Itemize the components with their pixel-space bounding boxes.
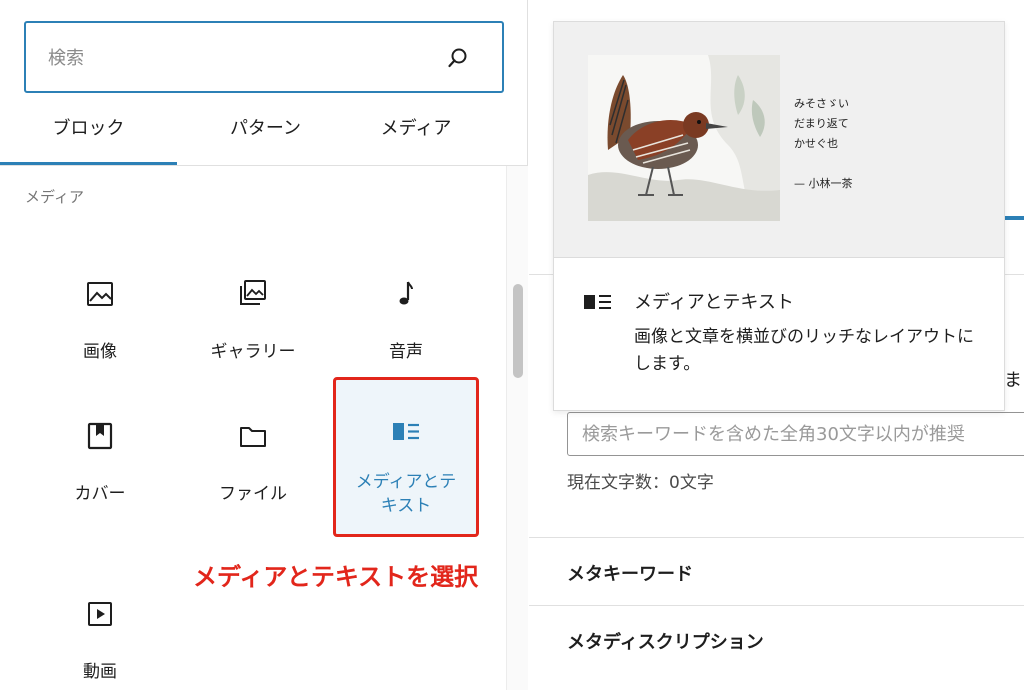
category-title: メディア xyxy=(25,188,84,206)
preview-info: メディアとテキスト 画像と文章を横並びのリッチなレイアウトにします。 xyxy=(554,258,1004,410)
block-label: 音声 xyxy=(389,342,423,362)
block-label: ギャラリー xyxy=(210,342,296,362)
block-label: 動画 xyxy=(83,662,117,682)
block-inserter-panel: ブロック パターン メディア メディア 画像 ギャラリー xyxy=(0,0,528,690)
block-cover[interactable]: カバー xyxy=(27,372,173,512)
poem-line: みそさゞい xyxy=(794,97,849,110)
tab-media[interactable]: メディア xyxy=(354,95,478,165)
media-text-icon xyxy=(393,423,419,440)
audio-icon xyxy=(399,281,413,305)
block-preview-popover: みそさゞい だまり返て かせぐ也 — 小林一茶 メディアとテキスト 画像と文章を… xyxy=(553,21,1005,411)
meta-description-input[interactable] xyxy=(567,412,1024,456)
block-label: ファイル xyxy=(219,484,287,504)
preview-canvas: みそさゞい だまり返て かせぐ也 — 小林一茶 xyxy=(554,22,1004,258)
gallery-icon xyxy=(240,280,266,305)
block-label: メディアとテキスト xyxy=(355,472,457,516)
preview-description: 画像と文章を横並びのリッチなレイアウトにします。 xyxy=(634,327,974,374)
video-icon xyxy=(88,602,112,626)
divider xyxy=(529,605,1024,606)
divider xyxy=(529,537,1024,538)
file-icon xyxy=(240,427,266,447)
block-audio[interactable]: 音声 xyxy=(333,230,479,370)
search-field[interactable] xyxy=(24,21,504,93)
poem-line: かせぐ也 xyxy=(794,137,838,150)
poem-text: みそさゞい だまり返て かせぐ也 — 小林一茶 xyxy=(794,94,853,194)
block-media-text[interactable]: メディアとテキスト xyxy=(333,377,479,537)
block-video[interactable]: 動画 xyxy=(27,550,173,690)
media-text-icon xyxy=(584,295,611,309)
block-gallery[interactable]: ギャラリー xyxy=(180,230,326,370)
char-count: 現在文字数：0文字 xyxy=(567,473,714,493)
block-label: カバー xyxy=(74,484,126,504)
truncated-text: ま xyxy=(1004,370,1022,391)
block-image[interactable]: 画像 xyxy=(27,230,173,370)
tab-patterns[interactable]: パターン xyxy=(177,95,354,165)
poem-author: — 小林一茶 xyxy=(794,177,853,190)
search-input[interactable] xyxy=(48,41,428,75)
inserter-tabs: ブロック パターン メディア xyxy=(0,95,528,166)
search-icon[interactable] xyxy=(446,46,470,70)
tab-blocks[interactable]: ブロック xyxy=(0,95,177,165)
meta-keywords-panel-toggle[interactable]: メタキーワード xyxy=(567,560,693,586)
image-icon xyxy=(87,282,113,306)
poem-line: だまり返て xyxy=(794,117,849,130)
scrollbar-thumb[interactable] xyxy=(513,284,523,378)
annotation-callout: メディアとテキストを選択 xyxy=(193,563,479,591)
block-grid: 画像 ギャラリー 音声 カバー ファイル メディアとテキスト 動画 xyxy=(0,220,505,690)
block-label: 画像 xyxy=(83,342,117,362)
preview-title: メディアとテキスト xyxy=(634,292,794,313)
bird-illustration xyxy=(588,55,780,221)
cover-icon xyxy=(87,422,113,450)
scrollbar[interactable] xyxy=(506,166,528,690)
meta-description-panel-toggle[interactable]: メタディスクリプション xyxy=(567,628,764,654)
block-file[interactable]: ファイル xyxy=(180,372,326,512)
active-tab-indicator xyxy=(1004,216,1024,220)
